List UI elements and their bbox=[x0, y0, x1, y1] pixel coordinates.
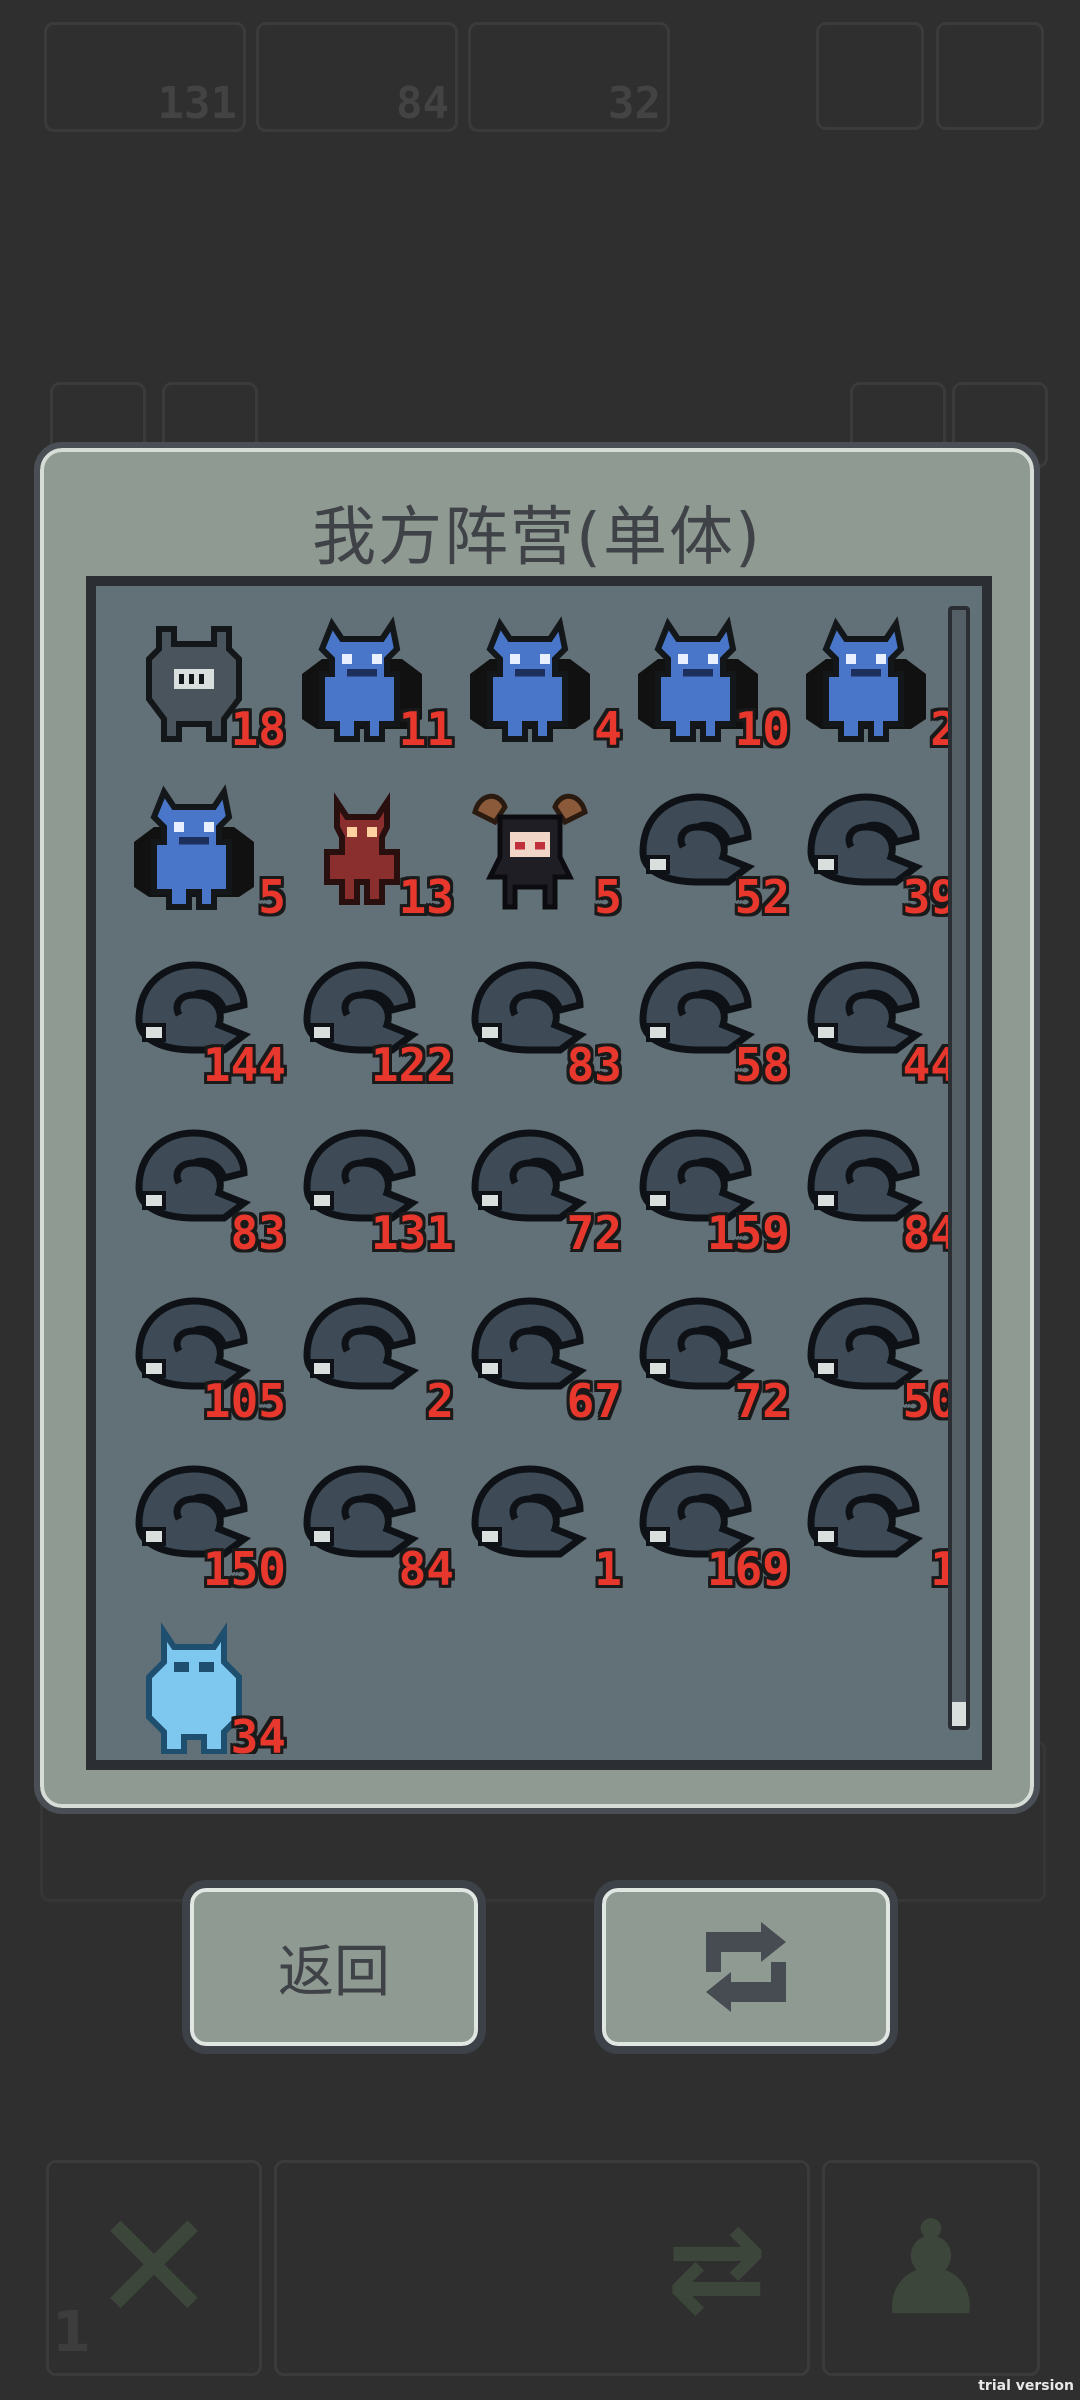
our-camp-dialog: 我方阵营(单体) 18 11 4 10 2 5 13 5 52 39 144 122 83 58 44 83 1… bbox=[34, 442, 1040, 1814]
unit-slot-shadow-spirit[interactable]: 50 bbox=[796, 1286, 954, 1436]
unit-count: 122 bbox=[370, 1038, 454, 1092]
unit-count: 10 bbox=[734, 702, 790, 756]
unit-slot-blue-demon[interactable]: 11 bbox=[292, 614, 460, 764]
unit-slot-blue-demon[interactable]: 2 bbox=[796, 614, 954, 764]
unit-count: 169 bbox=[706, 1542, 790, 1596]
tool-count: 1 bbox=[52, 2300, 91, 2365]
unit-slot-shadow-spirit[interactable]: 84 bbox=[796, 1118, 954, 1268]
unit-slot-red-imp[interactable]: 13 bbox=[292, 782, 460, 932]
bg-menu-button bbox=[816, 22, 924, 130]
unit-slot-shadow-spirit[interactable]: 144 bbox=[124, 950, 292, 1100]
unit-slot-shadow-spirit[interactable]: 83 bbox=[460, 950, 628, 1100]
unit-slot-shadow-spirit[interactable]: 72 bbox=[628, 1286, 796, 1436]
swap-arrows-icon bbox=[706, 1922, 786, 2012]
unit-slot-shadow-spirit[interactable]: 67 bbox=[460, 1286, 628, 1436]
resource-slot: 84 bbox=[256, 22, 458, 132]
unit-count: 5 bbox=[258, 870, 286, 924]
unit-count: 67 bbox=[566, 1374, 622, 1428]
unit-count: 144 bbox=[202, 1038, 286, 1092]
resource-value: 32 bbox=[608, 78, 661, 129]
resource-value: 131 bbox=[157, 78, 237, 129]
unit-slot-blue-demon[interactable]: 10 bbox=[628, 614, 796, 764]
unit-grid: 18 11 4 10 2 5 13 5 52 39 144 122 83 58 44 83 131 72 159 84… bbox=[124, 614, 954, 1754]
resource-slot: 131 bbox=[44, 22, 246, 132]
unit-slot-shadow-spirit[interactable]: 83 bbox=[124, 1118, 292, 1268]
unit-slot-blue-demon[interactable]: 4 bbox=[460, 614, 628, 764]
unit-count: 52 bbox=[734, 870, 790, 924]
unit-count: 34 bbox=[230, 1710, 286, 1754]
unit-slot-shadow-spirit[interactable]: 72 bbox=[460, 1118, 628, 1268]
unit-slot-blue-demon[interactable]: 5 bbox=[124, 782, 292, 932]
back-button[interactable]: 返回 bbox=[182, 1880, 486, 2054]
unit-count: 72 bbox=[566, 1206, 622, 1260]
resource-slot: 32 bbox=[468, 22, 670, 132]
unit-count: 83 bbox=[230, 1206, 286, 1260]
unit-count: 4 bbox=[594, 702, 622, 756]
dialog-title: 我方阵营(单体) bbox=[312, 501, 762, 575]
unit-slot-shadow-spirit[interactable]: 2 bbox=[292, 1286, 460, 1436]
back-button-label: 返回 bbox=[278, 1939, 390, 2005]
bg-tool-slot: ♟ bbox=[822, 2160, 1040, 2376]
unit-slot-shadow-spirit[interactable]: 39 bbox=[796, 782, 954, 932]
scrollbar[interactable] bbox=[948, 606, 970, 1730]
unit-count: 50 bbox=[902, 1374, 954, 1428]
person-icon: ♟ bbox=[872, 2192, 990, 2344]
unit-list-panel: 18 11 4 10 2 5 13 5 52 39 144 122 83 58 44 83 131 72 159 84… bbox=[86, 576, 992, 1770]
unit-count: 105 bbox=[202, 1374, 286, 1428]
unit-count: 83 bbox=[566, 1038, 622, 1092]
unit-slot-shadow-spirit[interactable]: 1 bbox=[796, 1454, 954, 1604]
refresh-button[interactable] bbox=[594, 1880, 898, 2054]
unit-slot-ice-golem[interactable]: 34 bbox=[124, 1622, 292, 1754]
unit-count: 44 bbox=[902, 1038, 954, 1092]
unit-slot-shadow-spirit[interactable]: 84 bbox=[292, 1454, 460, 1604]
trial-watermark: trial version bbox=[978, 2378, 1074, 2394]
unit-count: 18 bbox=[230, 702, 286, 756]
unit-count: 131 bbox=[370, 1206, 454, 1260]
unit-count: 13 bbox=[398, 870, 454, 924]
unit-slot-shadow-spirit[interactable]: 159 bbox=[628, 1118, 796, 1268]
unit-slot-shadow-spirit[interactable]: 169 bbox=[628, 1454, 796, 1604]
swap-icon: ⇄ bbox=[666, 2198, 767, 2338]
unit-slot-horned-girl[interactable]: 5 bbox=[460, 782, 628, 932]
unit-slot-shadow-spirit[interactable]: 52 bbox=[628, 782, 796, 932]
unit-slot-shadow-spirit[interactable]: 122 bbox=[292, 950, 460, 1100]
unit-count: 2 bbox=[426, 1374, 454, 1428]
unit-slot-shadow-spirit[interactable]: 58 bbox=[628, 950, 796, 1100]
bg-tool-slot: ⇄ bbox=[274, 2160, 810, 2376]
unit-count: 159 bbox=[706, 1206, 790, 1260]
unit-count: 84 bbox=[902, 1206, 954, 1260]
unit-count: 5 bbox=[594, 870, 622, 924]
scroll-thumb[interactable] bbox=[952, 1702, 966, 1726]
unit-count: 1 bbox=[594, 1542, 622, 1596]
unit-slot-shadow-spirit[interactable]: 131 bbox=[292, 1118, 460, 1268]
bg-menu-button bbox=[936, 22, 1044, 130]
unit-count: 11 bbox=[398, 702, 454, 756]
unit-count: 72 bbox=[734, 1374, 790, 1428]
unit-slot-shadow-spirit[interactable]: 105 bbox=[124, 1286, 292, 1436]
unit-slot-shadow-spirit[interactable]: 150 bbox=[124, 1454, 292, 1604]
unit-count: 58 bbox=[734, 1038, 790, 1092]
unit-slot-shadow-spirit[interactable]: 1 bbox=[460, 1454, 628, 1604]
unit-slot-gargoyle[interactable]: 18 bbox=[124, 614, 292, 764]
unit-count: 150 bbox=[202, 1542, 286, 1596]
unit-count: 84 bbox=[398, 1542, 454, 1596]
unit-count: 39 bbox=[902, 870, 954, 924]
resource-value: 84 bbox=[396, 78, 449, 129]
unit-slot-shadow-spirit[interactable]: 44 bbox=[796, 950, 954, 1100]
